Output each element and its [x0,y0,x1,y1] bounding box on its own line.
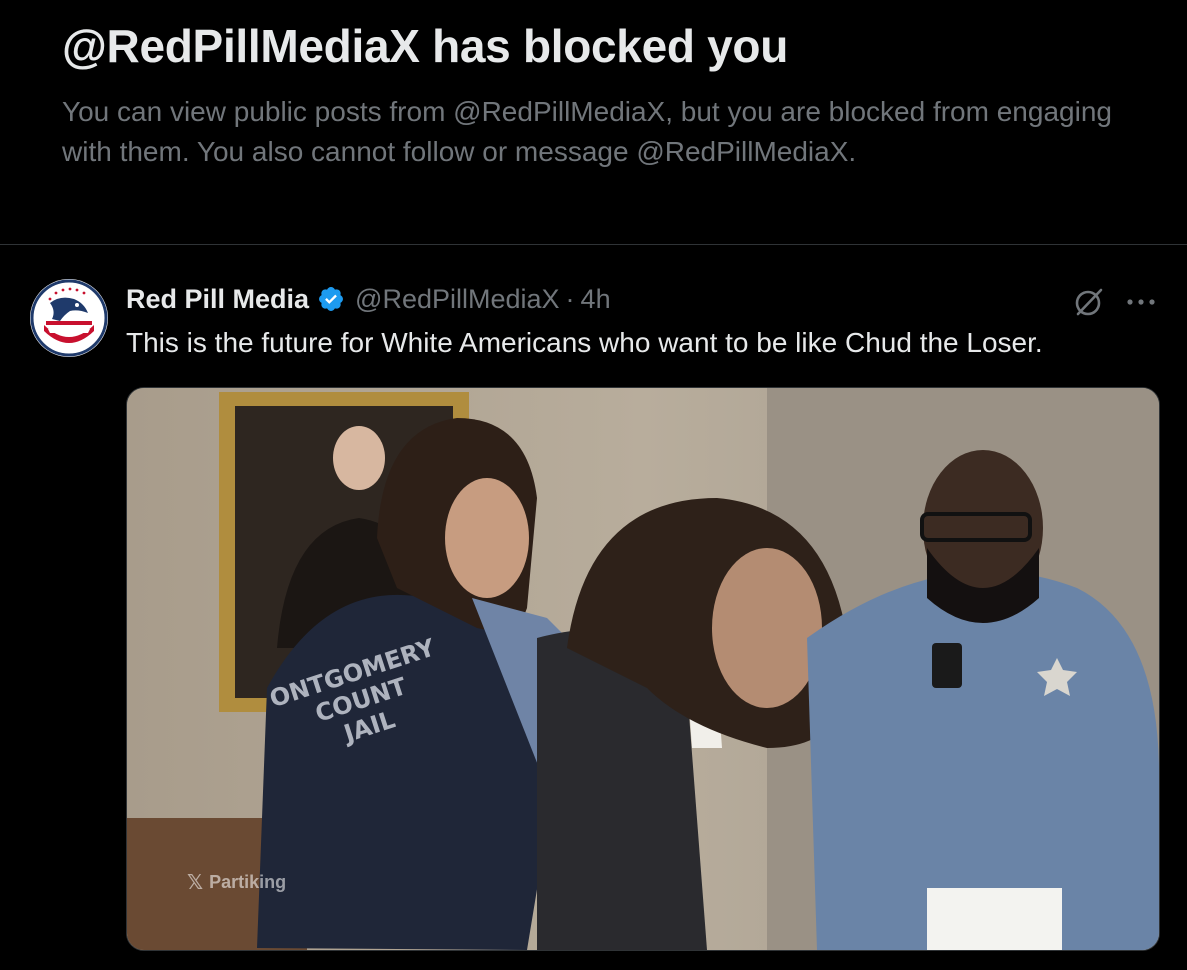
avatar[interactable] [30,279,108,357]
eagle-flag-icon [30,279,108,357]
blocked-description: You can view public posts from @RedPillM… [62,96,1112,167]
blocked-title: @RedPillMediaX has blocked you [62,20,789,72]
display-name[interactable]: Red Pill Media [126,284,309,315]
more-icon[interactable] [1124,287,1158,317]
post[interactable]: Red Pill Media @RedPillMediaX · 4h This … [0,245,1187,970]
video-watermark: 𝕏 Partiking [187,870,286,895]
separator-dot: · [565,283,575,314]
post-video[interactable]: ONTGOMERY COUNT JAIL 𝕏 Partiking [126,387,1160,951]
watermark-text: Partiking [209,872,287,892]
x-logo-icon: 𝕏 [187,872,204,894]
timestamp[interactable]: 4h [581,284,611,315]
courtroom-video-frame [127,388,1159,950]
post-header: Red Pill Media @RedPillMediaX · 4h [126,281,611,317]
post-text: This is the future for White Americans w… [126,327,1043,358]
handle[interactable]: @RedPillMediaX [355,284,560,315]
verified-badge-icon [319,287,344,311]
blocked-notice: @RedPillMediaX has blocked you You can v… [62,18,1152,172]
grok-icon[interactable] [1072,285,1106,319]
